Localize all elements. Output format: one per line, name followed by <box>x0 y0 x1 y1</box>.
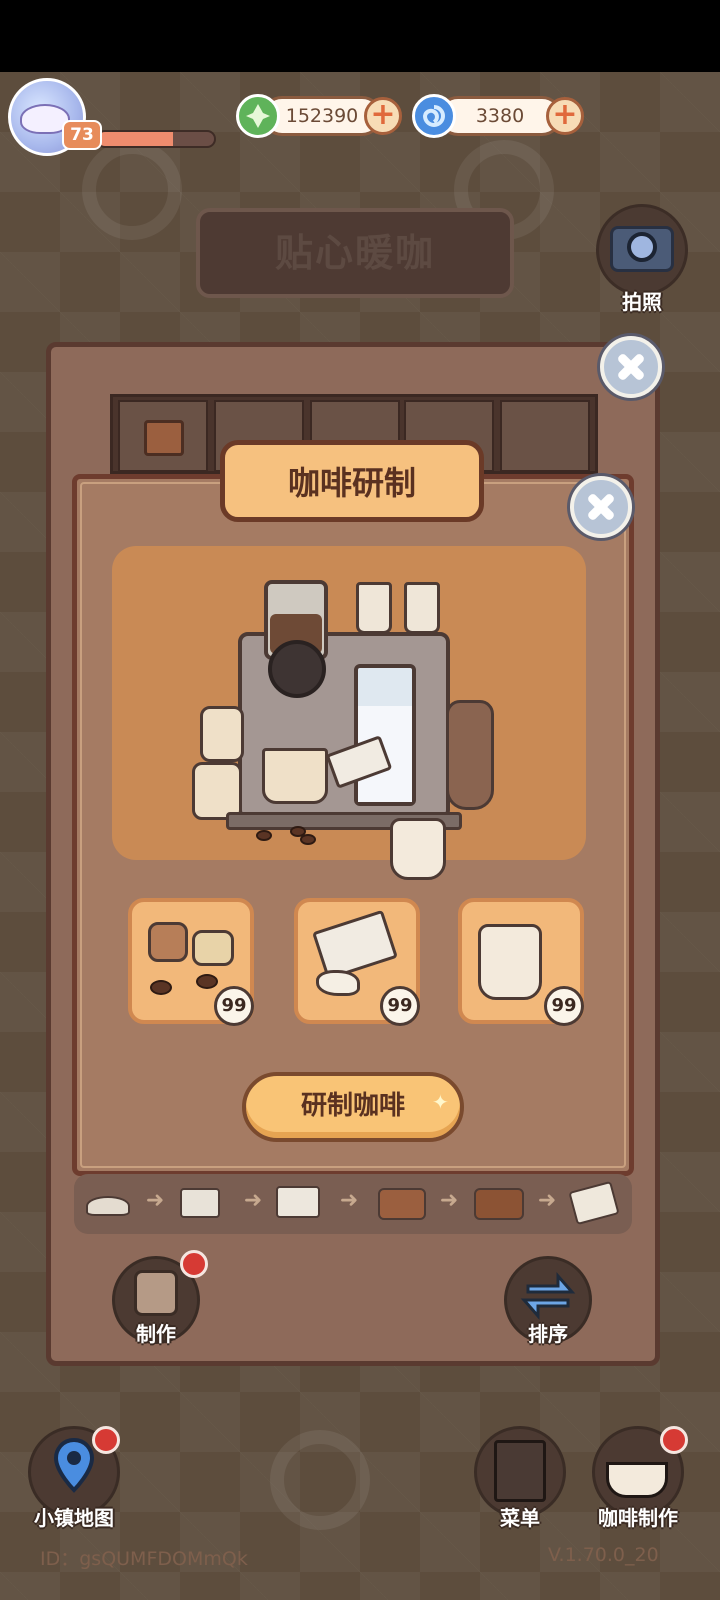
sparkle-icon: ✦ <box>432 1090 449 1114</box>
sugar-pack-icon <box>568 1180 620 1226</box>
arrow-right-icon: ➜ <box>339 1188 359 1213</box>
notification-dot <box>180 1250 208 1278</box>
coffee-grounds-icon <box>148 922 188 962</box>
sugar-cubes-icon <box>276 1186 320 1218</box>
level-badge: 73 <box>62 120 102 150</box>
sugar-cube-icon <box>180 1188 220 1218</box>
player-id: ID：gsQUMFDOMmQk <box>40 1548 248 1570</box>
arrow-right-icon: ➜ <box>537 1188 557 1213</box>
coffee-cup-icon <box>606 1462 668 1498</box>
grinder-dial-icon <box>268 640 326 698</box>
arrow-right-icon: ➜ <box>243 1188 263 1213</box>
arrow-right-icon: ➜ <box>439 1188 459 1213</box>
coffee-bean-icon <box>300 834 316 845</box>
ingredient-count: 99 <box>380 986 420 1026</box>
arrow-right-icon: ➜ <box>145 1188 165 1213</box>
coffee-bean-icon <box>150 980 172 995</box>
coffee-making-label: 咖啡制作 <box>598 1506 678 1530</box>
filter-cup-icon <box>262 748 328 804</box>
ingredient-count: 99 <box>544 986 584 1026</box>
coffee-bean-icon <box>256 830 272 841</box>
xp-bar <box>96 130 216 148</box>
camera-label: 拍照 <box>622 290 662 314</box>
leaf-coin-icon <box>236 94 280 138</box>
grinder-icon <box>134 1270 178 1316</box>
add-leaf-coin-button[interactable]: + <box>364 97 402 135</box>
shelf-slot[interactable] <box>500 400 590 472</box>
close-panel-button[interactable] <box>600 336 662 398</box>
notification-dot <box>92 1426 120 1454</box>
brown-sugar-icon <box>378 1188 426 1220</box>
shop-sign-text: 贴心暖咖 <box>274 231 435 275</box>
swirl-gem-counter: 3380 <box>438 96 562 136</box>
brown-sugar-plate-icon <box>474 1188 524 1220</box>
xp-bar-fill <box>98 132 174 146</box>
paper-cup-stack-icon <box>356 582 392 634</box>
close-modal-button[interactable] <box>570 476 632 538</box>
menu-label: 菜单 <box>500 1506 540 1530</box>
milk-pitcher-icon <box>478 924 542 1000</box>
notification-dot <box>660 1426 688 1454</box>
sun-decoration <box>270 1430 370 1530</box>
town-map-label: 小镇地图 <box>34 1506 114 1530</box>
system-status-bar <box>0 0 720 72</box>
cream-pitcher-icon <box>390 818 446 880</box>
jar-icon <box>200 706 244 762</box>
add-swirl-gem-button[interactable]: + <box>546 97 584 135</box>
coffee-cup-icon <box>192 930 234 966</box>
paper-cup-stack-icon <box>404 582 440 634</box>
map-pin-icon <box>53 1437 95 1493</box>
menu-book-icon <box>494 1440 546 1502</box>
sort-icon <box>520 1272 576 1320</box>
make-label: 制作 <box>136 1322 176 1346</box>
grind-coffee-button[interactable]: 研制咖啡 <box>242 1072 464 1142</box>
camera-lens <box>627 232 657 262</box>
modal-title: 咖啡研制 <box>287 464 416 502</box>
swirl-gem-icon <box>412 94 456 138</box>
ingredient-count: 99 <box>214 986 254 1026</box>
brown-sugar-cube-icon <box>144 420 184 456</box>
sort-label: 排序 <box>528 1322 568 1346</box>
coffee-bean-icon <box>196 974 218 989</box>
version-text: V.1.70.0_20 <box>548 1544 659 1566</box>
sugar-powder-icon <box>86 1196 130 1216</box>
coffee-sack-icon <box>446 700 494 810</box>
sugar-pile-icon <box>316 970 360 996</box>
sun-decoration <box>82 140 182 240</box>
